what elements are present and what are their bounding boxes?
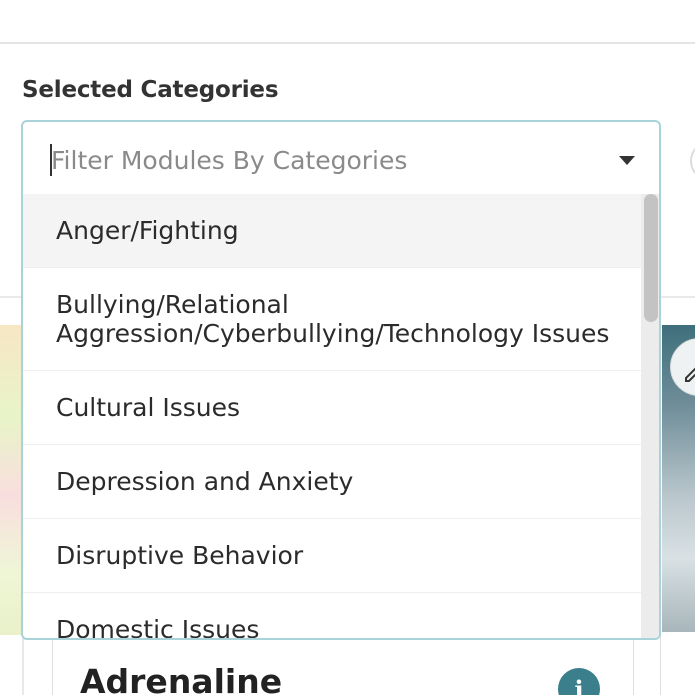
module-card-right-body (660, 632, 695, 695)
category-option-bullying[interactable]: Bullying/Relational Aggression/Cyberbull… (23, 268, 641, 371)
category-filter-input[interactable] (51, 140, 571, 180)
option-label: Cultural Issues (56, 393, 241, 422)
option-label: Anger/Fighting (56, 216, 239, 245)
option-label: Disruptive Behavior (56, 541, 304, 570)
category-option-disruptive-behavior[interactable]: Disruptive Behavior (23, 519, 641, 593)
option-label: Bullying/Relational Aggression/Cyberbull… (56, 290, 610, 348)
edit-pencil-icon (685, 367, 695, 382)
option-label: Depression and Anxiety (56, 467, 354, 496)
scrollbar-thumb[interactable] (644, 194, 658, 322)
category-option-anger-fighting[interactable]: Anger/Fighting (23, 194, 641, 268)
text-cursor (50, 144, 52, 176)
chevron-down-icon[interactable] (619, 156, 635, 165)
category-option-domestic-issues[interactable]: Domestic Issues (23, 593, 641, 640)
options-scrollbar[interactable] (641, 194, 659, 638)
category-filter-dropdown[interactable]: Anger/Fighting Bullying/Relational Aggre… (21, 120, 661, 640)
category-options-list: Anger/Fighting Bullying/Relational Aggre… (23, 194, 641, 640)
category-option-depression-anxiety[interactable]: Depression and Anxiety (23, 445, 641, 519)
header-divider (0, 42, 695, 44)
info-icon: i (574, 674, 584, 695)
toggle-control[interactable] (690, 141, 695, 181)
selected-categories-label: Selected Categories (22, 77, 279, 103)
module-card-title[interactable]: Adrenaline (80, 662, 282, 695)
page: Selected Categories Adrenaline i Anger/F… (0, 0, 695, 695)
category-option-cultural-issues[interactable]: Cultural Issues (23, 371, 641, 445)
option-label: Domestic Issues (56, 615, 260, 640)
